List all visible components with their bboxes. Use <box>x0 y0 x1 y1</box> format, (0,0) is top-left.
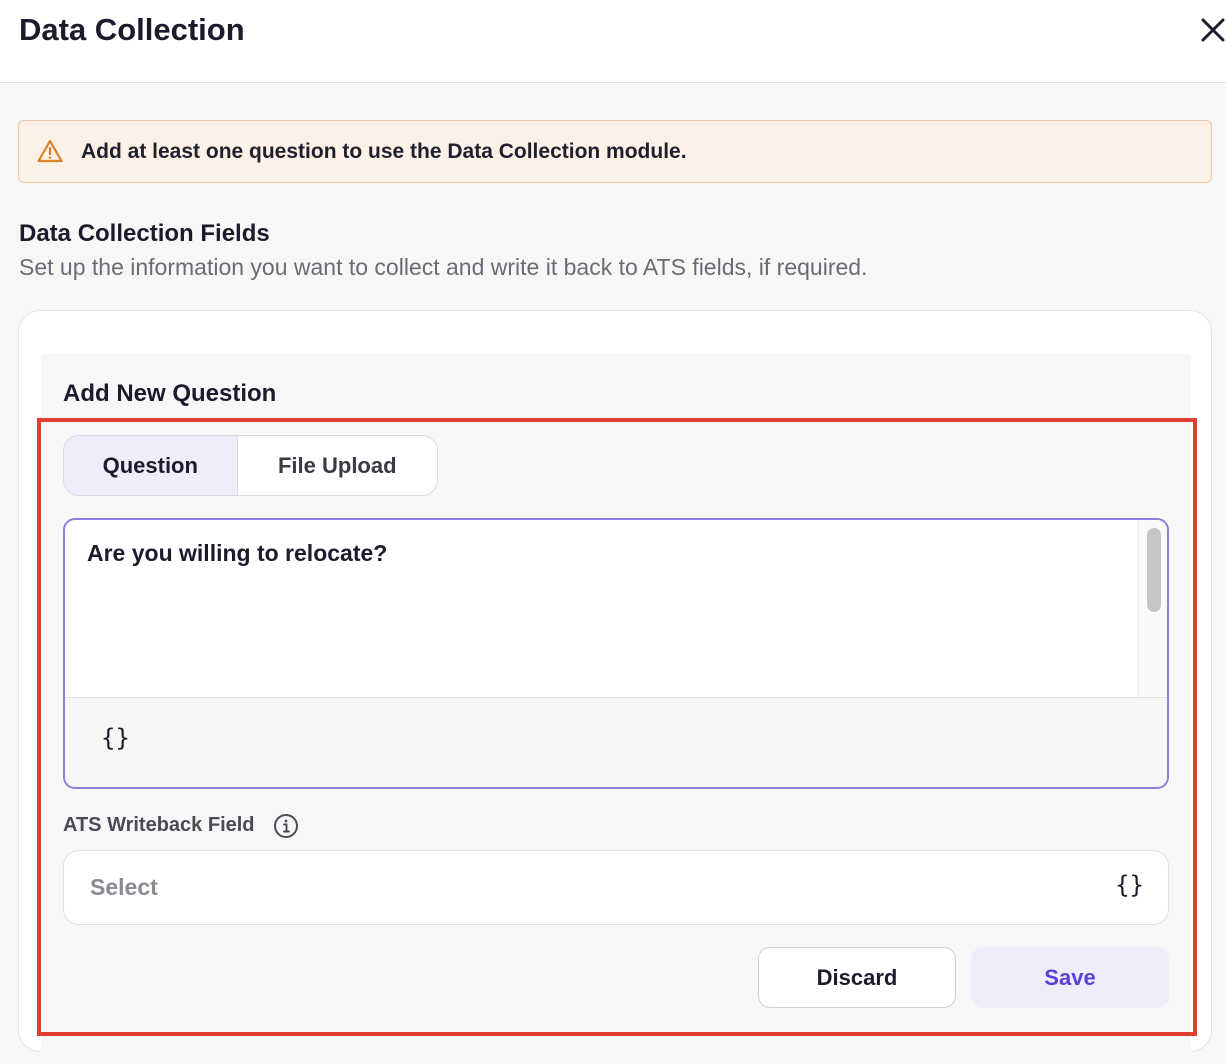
save-button[interactable]: Save <box>971 947 1169 1008</box>
select-variable-button[interactable]: {} <box>1115 871 1144 899</box>
question-card: Add New Question Question File Upload Ar… <box>18 310 1212 1054</box>
add-question-title: Add New Question <box>63 380 277 407</box>
section-subtitle: Set up the information you want to colle… <box>19 254 868 280</box>
dialog-header: Data Collection <box>0 0 1226 83</box>
info-icon[interactable] <box>273 813 299 839</box>
editor-toolbar: {} <box>65 697 1167 787</box>
question-editor[interactable]: Are you willing to relocate? {} <box>63 518 1169 789</box>
dialog-title: Data Collection <box>19 12 245 47</box>
ats-writeback-select[interactable]: Select {} <box>63 850 1169 925</box>
scrollbar-thumb[interactable] <box>1147 528 1161 612</box>
warning-alert: Add at least one question to use the Dat… <box>18 120 1212 183</box>
warning-icon <box>37 139 63 163</box>
insert-variable-button[interactable]: {} <box>101 724 130 752</box>
ats-writeback-label: ATS Writeback Field <box>63 814 255 836</box>
alert-message: Add at least one question to use the Dat… <box>81 140 687 163</box>
section-title: Data Collection Fields <box>19 220 270 247</box>
dialog-body: Add at least one question to use the Dat… <box>0 84 1226 1064</box>
tab-file-upload[interactable]: File Upload <box>238 436 437 495</box>
add-question-panel: Add New Question Question File Upload Ar… <box>37 354 1197 1054</box>
close-icon <box>1201 18 1225 42</box>
select-placeholder: Select <box>90 874 158 900</box>
question-text-input[interactable]: Are you willing to relocate? <box>87 540 387 567</box>
tab-question[interactable]: Question <box>64 436 238 495</box>
discard-button[interactable]: Discard <box>758 947 956 1008</box>
editor-scrollbar[interactable] <box>1138 520 1167 697</box>
close-button[interactable] <box>1200 10 1226 50</box>
question-type-tabs: Question File Upload <box>63 435 438 496</box>
